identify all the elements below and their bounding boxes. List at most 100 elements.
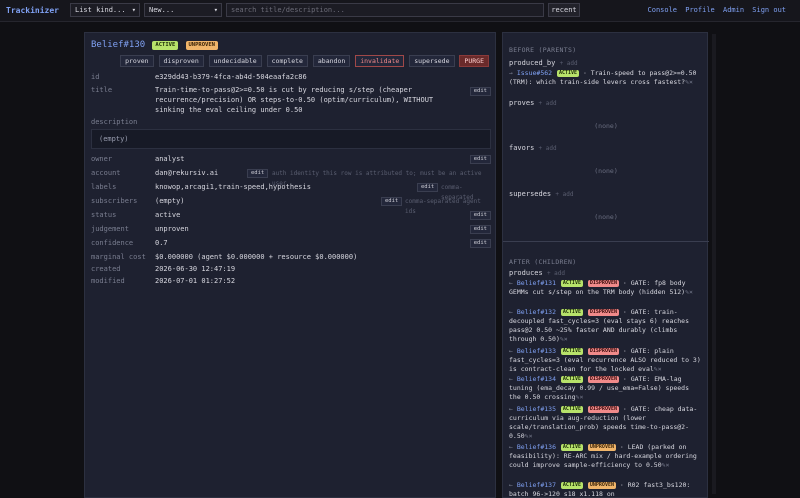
disproven-button[interactable]: disproven bbox=[158, 55, 204, 67]
chevron-down-icon: ▾ bbox=[131, 6, 136, 14]
judgement-badge: DISPROVEN bbox=[587, 375, 619, 383]
field-label: subscribers bbox=[91, 197, 138, 205]
field-value: 2026-07-01 01:27:52 bbox=[155, 277, 236, 285]
empty-placeholder: (none) bbox=[594, 213, 618, 221]
nav-admin-link[interactable]: Admin bbox=[723, 6, 744, 14]
status-badge: ACTIVE bbox=[560, 308, 583, 316]
list-item: ← Belief#136 ACTIVE UNPROVEN · LEAD (par… bbox=[509, 443, 703, 470]
description-box[interactable]: (empty) bbox=[91, 129, 491, 149]
produced-by-heading: produced_by + add bbox=[509, 59, 578, 67]
edit-remove-icons[interactable]: ✎× bbox=[654, 365, 662, 373]
scrollbar[interactable] bbox=[712, 34, 716, 494]
status-badge: ACTIVE bbox=[560, 481, 583, 489]
arrow-left-icon: ← bbox=[509, 308, 513, 316]
item-link[interactable]: Issue#562 bbox=[517, 69, 552, 77]
purge-button[interactable]: PURGE bbox=[459, 55, 489, 67]
search-placeholder: search title/description... bbox=[231, 6, 345, 14]
edit-button[interactable]: edit bbox=[247, 169, 269, 178]
edit-button[interactable]: edit bbox=[469, 211, 491, 220]
judgement-badge: DISPROVEN bbox=[587, 347, 619, 355]
object-title: Belief#130 bbox=[91, 40, 146, 50]
judgement-badge: DISPROVEN bbox=[587, 405, 619, 413]
add-link[interactable]: + add bbox=[555, 191, 573, 198]
relation-label: proves bbox=[509, 99, 535, 107]
chevron-down-icon: ▾ bbox=[213, 6, 218, 14]
list-item: ← Belief#132 ACTIVE DISPROVEN · GATE: tr… bbox=[509, 308, 703, 344]
item-link[interactable]: Belief#133 bbox=[517, 347, 556, 355]
item-link[interactable]: Belief#137 bbox=[517, 481, 556, 489]
top-nav: Console Profile Admin Sign out bbox=[644, 6, 786, 14]
new-select-value: New... bbox=[149, 6, 175, 14]
item-link[interactable]: Belief#132 bbox=[517, 308, 556, 316]
field-value: 2026-06-30 12:47:19 bbox=[155, 265, 236, 273]
status-badge: ACTIVE bbox=[560, 279, 583, 287]
undecidable-button[interactable]: undecidable bbox=[208, 55, 262, 67]
add-link[interactable]: + add bbox=[539, 145, 557, 152]
item-link[interactable]: Belief#136 bbox=[517, 443, 556, 451]
recent-button[interactable]: recent bbox=[548, 3, 580, 17]
field-value: Train-time-to-pass@2>=0.50 is cut by red… bbox=[155, 86, 434, 114]
nav-console-link[interactable]: Console bbox=[648, 6, 678, 14]
edit-remove-icons[interactable]: ✎× bbox=[525, 432, 533, 440]
edit-remove-icons[interactable]: ✎× bbox=[662, 461, 670, 469]
produces-heading: produces + add bbox=[509, 269, 565, 277]
edit-button[interactable]: edit bbox=[381, 197, 403, 206]
edit-remove-icons[interactable]: ✎× bbox=[685, 288, 693, 296]
invalidate-button[interactable]: invalidate bbox=[355, 55, 405, 67]
arrow-left-icon: ← bbox=[509, 347, 513, 355]
search-input[interactable]: search title/description... bbox=[226, 3, 544, 17]
status-badge: ACTIVE bbox=[560, 375, 583, 383]
proves-heading: proves + add bbox=[509, 99, 557, 107]
arrow-left-icon: ← bbox=[509, 375, 513, 383]
field-id: id e329dd43-b379-4fca-ab4d-504eaafa2c86 bbox=[91, 72, 491, 82]
empty-placeholder: (none) bbox=[594, 122, 618, 130]
new-select[interactable]: New... ▾ bbox=[144, 3, 222, 17]
edit-button[interactable]: edit bbox=[469, 239, 491, 248]
proven-button[interactable]: proven bbox=[120, 55, 154, 67]
list-item: → Issue#562 ACTIVE · Train-speed to pass… bbox=[509, 69, 703, 87]
field-label: judgement bbox=[91, 225, 129, 233]
abandon-button[interactable]: abandon bbox=[312, 55, 351, 67]
arrow-left-icon: ← bbox=[509, 279, 513, 287]
item-link[interactable]: Belief#131 bbox=[517, 279, 556, 287]
field-label: confidence bbox=[91, 239, 134, 247]
arrow-left-icon: ← bbox=[509, 443, 513, 451]
nav-signout-link[interactable]: Sign out bbox=[752, 6, 786, 14]
edit-remove-icons[interactable]: ✎× bbox=[576, 393, 584, 401]
arrow-left-icon: ← bbox=[509, 405, 513, 413]
arrow-icon: → bbox=[509, 69, 513, 77]
field-label: labels bbox=[91, 183, 117, 191]
edit-remove-icons[interactable]: ✎× bbox=[560, 335, 568, 343]
favors-heading: favors + add bbox=[509, 144, 557, 152]
edit-remove-icons[interactable]: ✎× bbox=[685, 78, 693, 86]
edit-button[interactable]: edit bbox=[469, 225, 491, 234]
field-title: title Train-time-to-pass@2>=0.50 is cut … bbox=[91, 85, 491, 115]
list-kind-select[interactable]: List kind... ▾ bbox=[70, 3, 140, 17]
add-link[interactable]: + add bbox=[539, 100, 557, 107]
field-label: status bbox=[91, 211, 117, 219]
object-detail-panel: Belief#130 ACTIVE UNPROVEN proven dispro… bbox=[84, 32, 496, 498]
edit-button[interactable]: edit bbox=[469, 87, 491, 96]
top-bar: Trackinizer List kind... ▾ New... ▾ sear… bbox=[0, 0, 800, 22]
nav-profile-link[interactable]: Profile bbox=[685, 6, 715, 14]
relation-label: produces bbox=[509, 269, 543, 277]
supersedes-heading: supersedes + add bbox=[509, 190, 573, 198]
brand-logo[interactable]: Trackinizer bbox=[6, 6, 59, 15]
field-description: description bbox=[91, 117, 491, 127]
field-label: created bbox=[91, 265, 121, 273]
edit-button[interactable]: edit bbox=[417, 183, 439, 192]
section-divider bbox=[503, 241, 709, 242]
add-link[interactable]: + add bbox=[560, 60, 578, 67]
field-label: account bbox=[91, 169, 121, 177]
edit-button[interactable]: edit bbox=[469, 155, 491, 164]
empty-placeholder: (none) bbox=[594, 167, 618, 175]
item-link[interactable]: Belief#134 bbox=[517, 375, 556, 383]
item-link[interactable]: Belief#135 bbox=[517, 405, 556, 413]
add-link[interactable]: + add bbox=[547, 270, 565, 277]
field-value: e329dd43-b379-4fca-ab4d-504eaafa2c86 bbox=[155, 73, 307, 81]
list-item: ← Belief#133 ACTIVE DISPROVEN · GATE: pl… bbox=[509, 347, 703, 374]
supersede-button[interactable]: supersede bbox=[409, 55, 455, 67]
judgement-badge: UNPROVEN bbox=[587, 443, 616, 451]
complete-button[interactable]: complete bbox=[266, 55, 308, 67]
before-heading: BEFORE (PARENTS) bbox=[509, 46, 577, 54]
